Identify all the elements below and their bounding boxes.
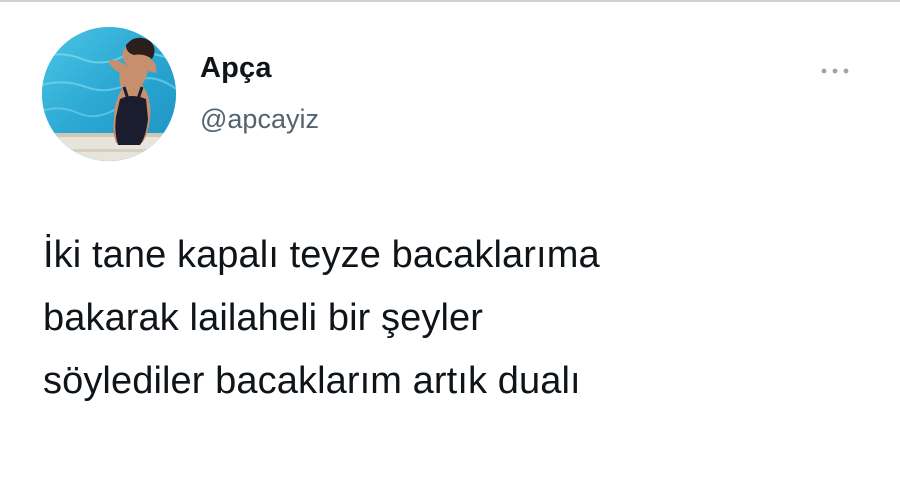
more-horizontal-icon: [821, 68, 849, 74]
tweet-card: Apça @apcayiz İki tane kapalı teyze baca…: [0, 0, 900, 487]
display-name[interactable]: Apça: [200, 52, 272, 85]
avatar[interactable]: [42, 27, 176, 161]
tweet-text: İki tane kapalı teyze bacaklarıma bakara…: [43, 234, 600, 402]
profile-photo-icon: [42, 27, 176, 161]
more-options-button[interactable]: [814, 58, 856, 84]
username-handle[interactable]: @apcayiz: [200, 104, 319, 135]
